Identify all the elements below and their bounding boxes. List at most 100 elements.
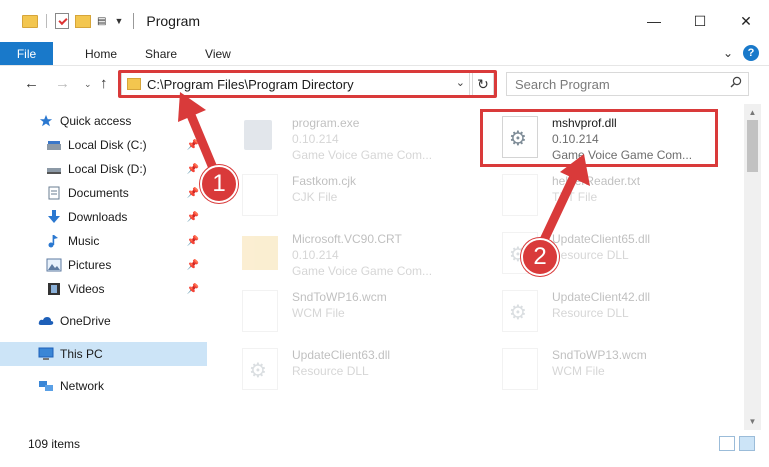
file-type: WCM File <box>292 306 345 320</box>
navigation-pane: Quick access Local Disk (C:) 📌 Local Dis… <box>0 104 210 430</box>
pin-icon[interactable]: 📌 <box>187 260 199 271</box>
sidebar-item-local-disk-d[interactable]: Local Disk (D:) 📌 <box>0 157 207 181</box>
sidebar-item-quick-access[interactable]: Quick access <box>0 109 207 133</box>
file-name: program.exe <box>292 116 360 130</box>
documents-icon <box>48 186 60 200</box>
sidebar-item-network[interactable]: Network <box>0 374 207 398</box>
sidebar-item-label: Music <box>68 234 100 248</box>
status-bar: 109 items <box>0 431 769 457</box>
videos-icon <box>48 283 60 295</box>
minimize-button[interactable]: — <box>631 0 677 42</box>
search-icon[interactable] <box>730 76 742 88</box>
sidebar-item-label: Local Disk (D:) <box>68 162 147 176</box>
pin-icon[interactable]: 📌 <box>187 212 199 223</box>
sidebar-item-videos[interactable]: Videos 📌 <box>0 277 207 301</box>
details-view-icon[interactable] <box>719 436 735 451</box>
new-folder-icon[interactable] <box>75 14 91 28</box>
exe-file-icon <box>242 116 278 158</box>
file-item[interactable]: UpdateClient63.dll Resource DLL <box>222 340 462 398</box>
search-placeholder: Search Program <box>515 76 610 92</box>
help-icon[interactable]: ? <box>743 45 759 61</box>
music-icon <box>48 235 58 248</box>
file-description: Game Voice Game Com... <box>292 264 433 278</box>
forward-button[interactable]: → <box>55 75 70 92</box>
tab-view[interactable]: View <box>191 42 245 65</box>
window-controls: — ☐ ✕ <box>631 0 769 42</box>
pin-icon[interactable]: 📌 <box>187 140 199 151</box>
dll-file-icon <box>242 348 278 390</box>
toolbar-dropdown-icon[interactable]: ▼ <box>114 16 123 26</box>
file-type: Resource DLL <box>292 364 369 378</box>
sidebar-item-label: Documents <box>68 186 129 200</box>
pin-icon[interactable]: 📌 <box>187 164 199 175</box>
large-icons-view-icon[interactable] <box>739 436 755 451</box>
folder-icon <box>242 236 278 270</box>
sidebar-item-local-disk-c[interactable]: Local Disk (C:) 📌 <box>0 133 207 157</box>
pictures-icon <box>46 258 62 272</box>
customize-icon[interactable]: ▤ <box>97 16 106 27</box>
address-highlight-box <box>118 70 497 98</box>
close-button[interactable]: ✕ <box>723 0 769 42</box>
file-item[interactable]: SndToWP13.wcm WCM File <box>482 340 722 398</box>
sidebar-item-label: Quick access <box>60 114 132 128</box>
navigation-bar: ← → ⌄ ↑ C:\Program Files\Program Directo… <box>0 66 769 104</box>
sidebar-item-onedrive[interactable]: OneDrive <box>0 309 207 333</box>
window-title: Program <box>146 13 201 29</box>
file-item[interactable]: helperReader.txt TXT File <box>482 166 722 224</box>
sidebar-item-documents[interactable]: Documents 📌 <box>0 181 207 205</box>
title-divider <box>133 13 135 29</box>
recent-locations-button[interactable]: ⌄ <box>84 79 92 90</box>
file-name: helperReader.txt <box>552 174 641 188</box>
sidebar-item-label: Network <box>60 379 105 393</box>
sidebar-item-downloads[interactable]: Downloads 📌 <box>0 205 207 229</box>
file-type: TXT File <box>552 190 598 204</box>
file-name: Microsoft.VC90.CRT <box>292 232 402 246</box>
scroll-up-icon[interactable]: ▲ <box>744 104 761 121</box>
file-type: Resource DLL <box>552 248 629 262</box>
item-count: 109 items <box>28 437 81 451</box>
pin-icon[interactable]: 📌 <box>187 236 199 247</box>
network-icon <box>39 381 53 391</box>
file-name: SndToWP13.wcm <box>552 348 647 362</box>
sidebar-item-label: This PC <box>60 347 103 361</box>
quick-access-toolbar: ▤ ▼ <box>0 13 123 29</box>
callout-badge-2: 2 <box>521 238 559 276</box>
file-item[interactable]: SndToWP16.wcm WCM File <box>222 282 462 340</box>
ribbon-right-controls: ⌄ ? <box>723 45 759 61</box>
file-item[interactable]: Microsoft.VC90.CRT 0.10.214 Game Voice G… <box>222 224 462 282</box>
file-name: SndToWP16.wcm <box>292 290 387 304</box>
sidebar-item-music[interactable]: Music 📌 <box>0 229 207 253</box>
properties-icon[interactable] <box>55 13 69 29</box>
expand-ribbon-icon[interactable]: ⌄ <box>723 46 733 60</box>
pin-icon[interactable]: 📌 <box>187 188 199 199</box>
file-name: UpdateClient63.dll <box>292 348 391 362</box>
file-item[interactable]: UpdateClient42.dll Resource DLL <box>482 282 722 340</box>
search-input[interactable]: Search Program <box>506 72 749 96</box>
file-type: Resource DLL <box>552 306 629 320</box>
up-button[interactable]: ↑ <box>100 75 108 92</box>
file-type: WCM File <box>552 364 605 378</box>
vertical-scrollbar[interactable]: ▲ ▼ <box>744 104 761 430</box>
file-item[interactable]: UpdateClient65.dll Resource DLL <box>482 224 722 282</box>
sidebar-item-pictures[interactable]: Pictures 📌 <box>0 253 207 277</box>
file-item[interactable]: program.exe 0.10.214 Game Voice Game Com… <box>222 108 462 166</box>
scroll-down-icon[interactable]: ▼ <box>744 413 761 430</box>
ribbon-tabs: File Home Share View ⌄ ? <box>0 42 769 66</box>
file-item[interactable]: Fastkom.cjk CJK File <box>222 166 462 224</box>
tab-home[interactable]: Home <box>71 42 131 65</box>
file-name: UpdateClient65.dll <box>552 232 651 246</box>
sidebar-item-this-pc[interactable]: This PC <box>0 342 207 366</box>
generic-file-icon <box>502 348 538 390</box>
tab-share[interactable]: Share <box>131 42 191 65</box>
text-file-icon <box>502 174 538 216</box>
sidebar-item-label: Downloads <box>68 210 128 224</box>
back-button[interactable]: ← <box>24 75 39 92</box>
maximize-button[interactable]: ☐ <box>677 0 723 42</box>
file-name: Fastkom.cjk <box>292 174 357 188</box>
tab-file[interactable]: File <box>0 42 53 65</box>
scroll-thumb[interactable] <box>747 120 758 172</box>
title-bar: ▤ ▼ Program — ☐ ✕ <box>0 0 769 42</box>
sidebar-item-label: OneDrive <box>60 314 111 328</box>
file-type: CJK File <box>292 190 338 204</box>
pin-icon[interactable]: 📌 <box>187 284 199 295</box>
